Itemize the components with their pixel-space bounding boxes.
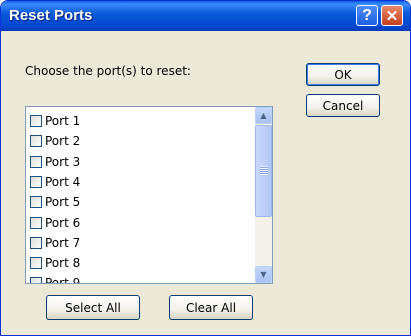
port-checkbox[interactable] xyxy=(30,155,42,168)
port-list-item[interactable]: Port 1 xyxy=(30,111,80,131)
port-label: Port 1 xyxy=(45,114,81,128)
port-list-item[interactable]: Port 8 xyxy=(30,253,80,273)
port-checkbox[interactable] xyxy=(30,216,42,229)
port-checkbox[interactable] xyxy=(30,175,42,188)
port-label: Port 5 xyxy=(45,195,81,210)
ok-button[interactable]: OK xyxy=(306,63,380,86)
help-icon[interactable]: ? xyxy=(356,5,378,26)
port-checkbox[interactable] xyxy=(30,236,42,249)
scrollbar[interactable]: ▲ ▼ xyxy=(255,107,272,283)
port-list-item[interactable]: Port 2 xyxy=(30,131,80,151)
port-label: Port 3 xyxy=(45,154,81,169)
port-label: Port 2 xyxy=(45,134,81,149)
port-label: Port 9 xyxy=(45,276,81,284)
port-label: Port 4 xyxy=(45,174,81,189)
clear-all-button[interactable]: Clear All xyxy=(169,295,253,320)
ports-listbox[interactable]: Port 1 Port 2 Port 3 Port 4 Port 5 Port 6 Port… xyxy=(25,106,273,284)
port-checkbox[interactable] xyxy=(30,277,42,283)
reset-ports-dialog: Reset Ports ? ✕ Choose the port(s) to re… xyxy=(0,0,411,336)
port-list-item[interactable]: Port 4 xyxy=(30,172,80,192)
port-label: Port 8 xyxy=(45,256,81,271)
window-title: Reset Ports xyxy=(9,7,93,24)
scroll-down-icon[interactable]: ▼ xyxy=(255,266,272,283)
close-icon[interactable]: ✕ xyxy=(381,5,403,26)
title-bar[interactable]: Reset Ports ? ✕ xyxy=(1,1,410,31)
port-label: Port 7 xyxy=(45,235,81,250)
scroll-up-icon[interactable]: ▲ xyxy=(255,107,272,124)
port-checkbox[interactable] xyxy=(30,115,42,127)
cancel-button[interactable]: Cancel xyxy=(306,94,380,117)
port-list-item[interactable]: Port 6 xyxy=(30,213,80,233)
port-list-item[interactable]: Port 5 xyxy=(30,192,80,212)
port-label: Port 6 xyxy=(45,215,81,230)
port-checkbox[interactable] xyxy=(30,196,42,209)
prompt-label: Choose the port(s) to reset: xyxy=(25,64,191,78)
select-all-button[interactable]: Select All xyxy=(46,295,140,320)
scroll-thumb[interactable] xyxy=(255,125,272,217)
dialog-body: Choose the port(s) to reset: OK Cancel P… xyxy=(4,31,407,334)
port-list-item[interactable]: Port 9 xyxy=(30,273,81,284)
port-list-item[interactable]: Port 7 xyxy=(30,233,80,253)
port-checkbox[interactable] xyxy=(30,135,42,148)
port-checkbox[interactable] xyxy=(30,257,42,270)
port-list-item[interactable]: Port 3 xyxy=(30,152,80,172)
